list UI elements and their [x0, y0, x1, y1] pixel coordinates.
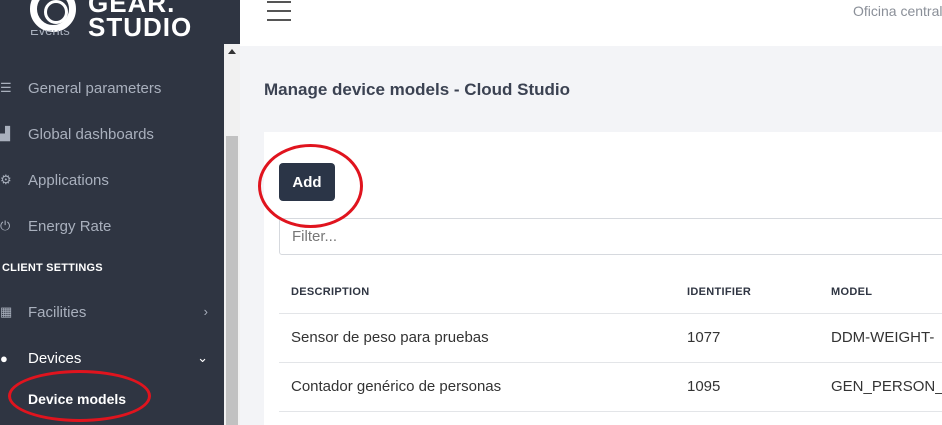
building-icon: ▦ — [0, 304, 13, 319]
chevron-right-icon: › — [203, 304, 208, 319]
sidebar-item-events[interactable]: Events — [0, 30, 70, 44]
sidebar: GEAR. STUDIO Events ☰ General parameters… — [0, 0, 240, 425]
brand-line2: STUDIO — [88, 12, 193, 42]
annotation-circle-device-models — [8, 370, 151, 422]
sidebar-item-facilities[interactable]: ▦ Facilities › — [0, 289, 224, 335]
filter-input[interactable] — [279, 218, 942, 255]
lightbulb-icon: ● — [0, 350, 8, 366]
location-selector[interactable]: Oficina central — [853, 3, 942, 19]
sidebar-item-label: Applications — [28, 171, 109, 189]
column-header-identifier[interactable]: IDENTIFIER — [687, 286, 751, 298]
column-header-model[interactable]: MODEL — [831, 286, 872, 298]
sidebar-item-general-parameters[interactable]: ☰ General parameters — [0, 65, 224, 111]
cogs-icon: ⚙ — [0, 172, 12, 187]
sidebar-item-label: General parameters — [28, 79, 162, 97]
page-title: Manage device models - Cloud Studio — [264, 80, 571, 99]
section-title-client-settings: CLIENT SETTINGS — [2, 262, 103, 274]
cell-identifier: 1095 — [687, 378, 721, 395]
column-header-description[interactable]: DESCRIPTION — [291, 286, 369, 298]
cell-description: Sensor de peso para pruebas — [291, 329, 489, 346]
sidebar-item-label: Facilities — [28, 303, 87, 321]
table-divider — [279, 313, 942, 314]
sidebar-item-label: Devices — [28, 349, 82, 367]
gear-logo-icon — [30, 0, 76, 32]
sidebar-item-applications[interactable]: ⚙ Applications — [0, 157, 224, 203]
sidebar-scrollbar[interactable] — [224, 44, 240, 425]
scroll-up-arrow-icon[interactable] — [228, 49, 236, 54]
hamburger-menu-icon[interactable] — [267, 1, 291, 21]
chevron-down-icon: ⌄ — [197, 350, 208, 365]
scrollbar-thumb[interactable] — [226, 136, 238, 425]
cell-identifier: 1077 — [687, 329, 721, 346]
annotation-circle-add — [258, 144, 363, 228]
table-divider — [279, 362, 942, 363]
cell-model: DDM-WEIGHT- — [831, 329, 935, 346]
plug-icon: ⏻ — [0, 218, 11, 233]
bar-chart-icon: ▟ — [0, 126, 10, 141]
sidebar-item-label: Global dashboards — [28, 125, 154, 143]
sidebar-item-label: Energy Rate — [28, 217, 112, 235]
topbar: Oficina central — [240, 0, 942, 46]
sidebar-item-global-dashboards[interactable]: ▟ Global dashboards — [0, 111, 224, 157]
sidebar-item-energy-rate[interactable]: ⏻ Energy Rate — [0, 203, 224, 249]
table-divider — [279, 411, 942, 412]
cell-model: GEN_PERSON_ — [831, 378, 942, 395]
cell-description: Contador genérico de personas — [291, 378, 502, 395]
sliders-icon: ☰ — [0, 80, 12, 95]
